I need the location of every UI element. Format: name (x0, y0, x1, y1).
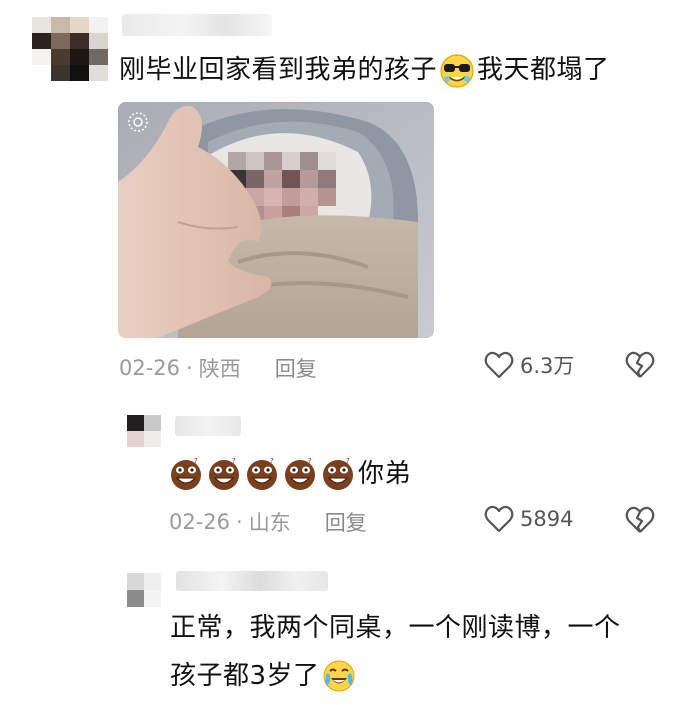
reply-text-line2-body: 孩子都3岁了 (170, 661, 320, 691)
comment-meta: 02-26 · 陕西 回复 (119, 353, 317, 383)
laughing-brown-emoji-icon: ? (244, 456, 280, 492)
laughing-brown-emoji-icon: ? (168, 456, 204, 492)
laughing-brown-emoji-icon: ? (320, 456, 356, 492)
svg-text:?: ? (194, 457, 198, 465)
username-blurred[interactable] (176, 571, 328, 591)
reply-text-line2: 孩子都3岁了 (170, 656, 356, 696)
comment-text-after: 我天都塌了 (477, 55, 610, 85)
comment-location: 陕西 (198, 357, 241, 381)
reply-button[interactable]: 回复 (275, 353, 317, 383)
heart-icon (484, 351, 514, 379)
meta-dot: · (236, 510, 243, 534)
cool-sunglasses-emoji-icon (439, 53, 475, 89)
comment-text: 刚毕业回家看到我弟的孩子 我天都塌了 (119, 50, 610, 90)
like-count: 6.3万 (520, 354, 575, 378)
username-blurred[interactable] (122, 14, 272, 36)
crying-laughing-emoji-icon (322, 659, 356, 693)
avatar[interactable] (32, 17, 108, 81)
laughing-brown-emoji-icon: ? (206, 456, 242, 492)
reply-button[interactable]: 回复 (325, 507, 367, 537)
avatar[interactable] (127, 415, 161, 447)
comment-text-before: 刚毕业回家看到我弟的孩子 (119, 55, 438, 85)
comment-date: 02-26 (119, 356, 181, 380)
reply-text: ? ? ? ? ? 你弟 (168, 454, 411, 494)
svg-text:?: ? (270, 457, 274, 465)
heart-icon (484, 505, 514, 533)
reply-text-body: 你弟 (358, 459, 412, 489)
comment-location: 山东 (248, 511, 291, 535)
laughing-brown-emoji-icon: ? (282, 456, 318, 492)
like-button[interactable]: 6.3万 (484, 350, 574, 380)
comment-meta: 02-26 · 山东 回复 (169, 507, 367, 537)
svg-text:?: ? (232, 457, 236, 465)
svg-text:?: ? (346, 457, 350, 465)
like-count: 5894 (520, 507, 574, 531)
meta-dot: · (186, 356, 193, 380)
username-blurred[interactable] (175, 416, 241, 436)
dislike-broken-heart-icon[interactable] (625, 351, 655, 383)
avatar[interactable] (127, 573, 161, 607)
reply-text-line1: 正常，我两个同桌，一个刚读博，一个 (170, 613, 621, 643)
svg-text:?: ? (308, 457, 312, 465)
like-button[interactable]: 5894 (484, 505, 573, 533)
comment-photo[interactable] (118, 102, 434, 338)
comment-date: 02-26 (169, 510, 231, 534)
dislike-broken-heart-icon[interactable] (625, 506, 655, 538)
